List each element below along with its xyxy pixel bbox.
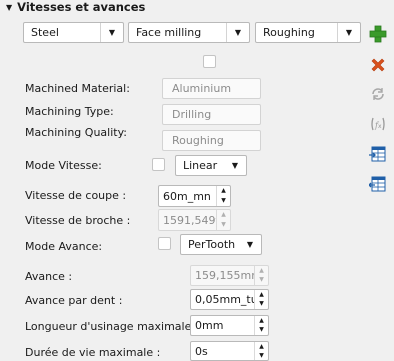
cutting-speed-value: 60m_mn xyxy=(163,189,211,203)
speed-mode-select[interactable]: Linear ▼ xyxy=(175,155,247,176)
section-header[interactable]: ▼ Vitesses et avances xyxy=(6,0,145,14)
refresh-icon xyxy=(372,88,384,100)
svg-text:x: x xyxy=(378,123,382,130)
chevron-down-icon: ▼ xyxy=(226,23,249,42)
machining-type-select-value: Face milling xyxy=(136,26,202,39)
spin-up-icon[interactable]: ▲ xyxy=(255,316,268,326)
delete-button[interactable] xyxy=(368,55,388,75)
spin-up-icon: ▲ xyxy=(259,266,264,274)
export-table-icon xyxy=(369,176,386,192)
triangle-down-icon[interactable]: ▼ xyxy=(6,3,12,12)
cutting-speed-label: Vitesse de coupe : xyxy=(25,189,127,202)
section-title: Vitesses et avances xyxy=(17,0,146,14)
machining-type-field: Drilling xyxy=(162,104,261,125)
spin-down-icon: ▼ xyxy=(259,276,264,284)
spin-down-icon[interactable]: ▼ xyxy=(255,300,268,310)
formula-icon: f x xyxy=(371,117,385,131)
max-tool-life-spinbox[interactable]: 0s ▲ ▼ xyxy=(190,341,269,361)
add-button[interactable] xyxy=(368,24,388,44)
spin-down-icon[interactable]: ▼ xyxy=(255,326,268,336)
feed-mode-select[interactable]: PerTooth ▼ xyxy=(180,234,262,255)
material-select[interactable]: Steel ▼ xyxy=(23,22,124,43)
spindle-speed-value: 1591,549t xyxy=(163,213,216,227)
cutting-speed-spinbox[interactable]: 60m_mn ▲ ▼ xyxy=(158,185,231,207)
feed-value: 159,155mr xyxy=(195,269,254,282)
max-machining-length-value: 0mm xyxy=(195,319,224,332)
machining-quality-field: Roughing xyxy=(162,130,261,151)
import-table-icon xyxy=(369,146,386,162)
export-table-button[interactable] xyxy=(368,174,388,194)
speed-mode-label: Mode Vitesse: xyxy=(25,159,102,172)
machining-type-label: Machining Type: xyxy=(25,105,114,118)
chevron-down-icon: ▼ xyxy=(337,23,360,42)
max-machining-length-spinbox[interactable]: 0mm ▲ ▼ xyxy=(190,315,269,336)
spin-down-icon[interactable]: ▼ xyxy=(217,196,230,206)
material-select-value: Steel xyxy=(31,26,59,39)
refresh-button[interactable] xyxy=(368,84,388,104)
spin-up-icon: ▲ xyxy=(221,211,226,218)
spin-down-icon[interactable]: ▼ xyxy=(255,351,268,360)
machined-material-label: Machined Material: xyxy=(25,82,130,95)
max-tool-life-value: 0s xyxy=(195,344,208,358)
machining-quality-select-value: Roughing xyxy=(263,26,315,39)
speed-mode-checkbox[interactable] xyxy=(152,158,165,171)
feed-per-tooth-spinbox[interactable]: 0,05mm_tu ▲ ▼ xyxy=(190,289,269,310)
machining-quality-label: Machining Quality: xyxy=(25,126,127,139)
spin-down-icon: ▼ xyxy=(221,221,226,228)
max-machining-length-label: Longueur d'usinage maximale : xyxy=(25,320,199,333)
chevron-down-icon: ▼ xyxy=(231,161,239,170)
feed-mode-label: Mode Avance: xyxy=(25,240,103,253)
feed-mode-checkbox[interactable] xyxy=(158,237,171,250)
override-checkbox[interactable] xyxy=(203,55,216,68)
spindle-speed-label: Vitesse de broche : xyxy=(25,214,131,227)
feed-label: Avance : xyxy=(25,270,73,283)
max-tool-life-label: Durée de vie maximale : xyxy=(25,346,161,359)
speed-mode-value: Linear xyxy=(183,159,218,172)
feed-per-tooth-value: 0,05mm_tu xyxy=(195,293,254,306)
close-icon xyxy=(371,58,385,72)
chevron-down-icon: ▼ xyxy=(100,23,123,42)
plus-icon xyxy=(369,25,387,43)
chevron-down-icon: ▼ xyxy=(246,240,254,249)
machining-type-select[interactable]: Face milling ▼ xyxy=(128,22,250,43)
import-table-button[interactable] xyxy=(368,144,388,164)
feed-per-tooth-label: Avance par dent : xyxy=(25,294,123,307)
feed-spinbox: 159,155mr ▲ ▼ xyxy=(190,265,269,286)
spin-up-icon[interactable]: ▲ xyxy=(255,290,268,300)
machined-material-field: Aluminium xyxy=(162,78,261,99)
machining-quality-select[interactable]: Roughing ▼ xyxy=(255,22,361,43)
spindle-speed-spinbox: 1591,549t ▲ ▼ xyxy=(158,209,231,231)
spin-up-icon[interactable]: ▲ xyxy=(255,342,268,351)
feed-mode-value: PerTooth xyxy=(188,238,236,251)
formula-button[interactable]: f x xyxy=(368,114,388,134)
spin-up-icon[interactable]: ▲ xyxy=(217,186,230,196)
